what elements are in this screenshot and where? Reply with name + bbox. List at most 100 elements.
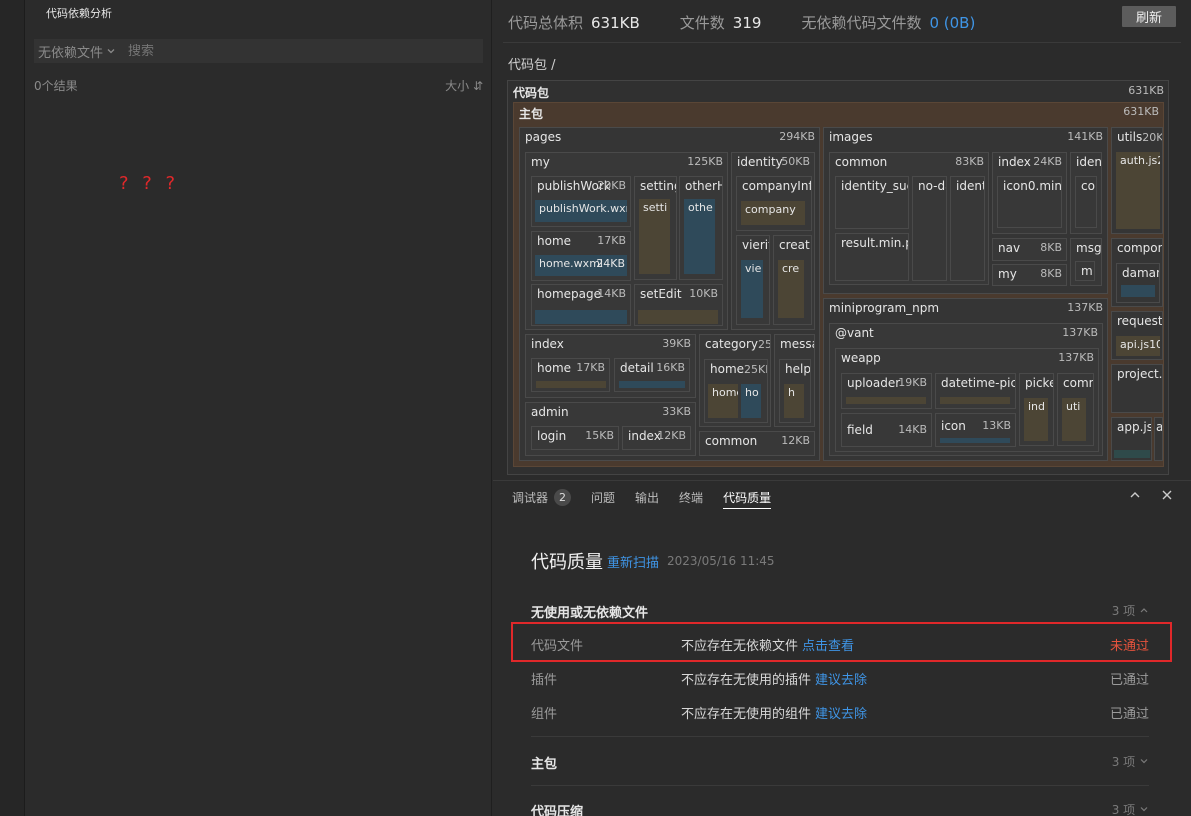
treemap-icon0[interactable]: icon0.min.p [997,176,1062,228]
appjs-file[interactable] [1114,450,1150,458]
index-home-size: 17KB [576,361,605,374]
treemap-comm[interactable]: comm uti [1057,373,1094,446]
publishwork-file[interactable]: publishWork.wxm [535,200,627,222]
treemap-publishwork[interactable]: publishWork 20KB publishWork.wxm [531,176,631,227]
treemap-homepage[interactable]: homepage 14KB [531,284,631,326]
view-link[interactable]: 点击查看 [802,639,854,654]
sort-toggle[interactable]: 大小 ⇵ [445,77,483,94]
treemap-images[interactable]: images 141KB common 83KB identity_succ n… [823,127,1108,294]
tab-code-quality[interactable]: 代码质量 [723,487,772,509]
treemap-weapp[interactable]: weapp 137KB uploader 19KB datetime-pick [835,348,1099,452]
category-h-file[interactable]: ho [741,384,761,418]
treemap-identity[interactable]: identity 50KB companyInf company vierif … [731,152,815,330]
tab-debugger[interactable]: 调试器 2 [512,481,572,515]
datetime-file[interactable] [940,397,1010,404]
treemap-images-common[interactable]: common 83KB identity_succ no-da identi r… [829,152,989,285]
damand-file[interactable] [1121,285,1155,297]
category-home-file[interactable]: home [708,384,738,418]
treemap-picker[interactable]: picker ind [1019,373,1054,446]
treemap-no-da[interactable]: no-da [912,176,947,281]
treemap-companyinf[interactable]: companyInf company [736,176,812,231]
companyinf-file[interactable]: company [741,201,805,225]
treemap-damand[interactable]: damand [1116,263,1160,303]
index-home-file[interactable] [536,381,606,388]
treemap-admin[interactable]: admin 33KB login 15KB index 12KB [525,402,696,456]
home-file[interactable]: home.wxml 24KB [535,255,627,276]
treemap-help[interactable]: help h [779,359,811,423]
section-main-package[interactable]: 主包 3 项 [531,753,1149,772]
treemap-icon[interactable]: icon 13KB [935,413,1016,447]
treemap-messa[interactable]: messa help h [774,334,815,427]
rescan-link[interactable]: 重新扫描 [607,552,659,571]
remove-suggestion-link[interactable]: 建议去除 [815,673,867,688]
treemap-a[interactable]: a [1154,417,1163,461]
treemap-project[interactable]: project.co [1111,364,1163,413]
treemap-index[interactable]: index 39KB home 17KB detail 16KB [525,334,696,398]
treemap-msg[interactable]: msg m [1070,238,1102,286]
breadcrumb[interactable]: 代码包 / [508,54,556,73]
treemap-appjs[interactable]: app.js5 [1111,417,1152,461]
my-label: my [531,155,550,169]
auth-file[interactable]: auth.js2 [1116,152,1160,229]
refresh-button[interactable]: 刷新 [1122,6,1176,27]
close-icon[interactable] [1161,489,1173,505]
treemap-setedit[interactable]: setEdit 10KB [634,284,723,326]
index-detail-file[interactable] [619,381,685,388]
treemap-datetime[interactable]: datetime-pick [935,373,1016,409]
treemap-identi[interactable]: identi [950,176,985,281]
filter-dropdown[interactable]: 无依赖文件 [34,42,116,61]
homepage-file[interactable] [535,310,627,324]
treemap-category-home[interactable]: home25KB home ho [704,359,768,423]
treemap-images-index[interactable]: index 24KB icon0.min.p [992,152,1067,234]
search-input[interactable] [128,43,429,59]
treemap-npm[interactable]: miniprogram_npm 137KB @vant 137KB weapp … [823,298,1108,461]
treemap-main-package[interactable]: 主包 631KB pages 294KB my 125KB publishWor… [513,102,1164,467]
treemap-uploader[interactable]: uploader 19KB [841,373,932,409]
treemap-vierif[interactable]: vierif vie [736,235,770,325]
treemap-creat[interactable]: creat cre [773,235,812,325]
stat-nodep-link[interactable]: 0 (0B) [929,14,975,32]
treemap-images-my[interactable]: my 8KB [992,264,1067,286]
treemap-result[interactable]: result.min.pn [835,233,909,281]
tab-terminal[interactable]: 终端 [679,481,703,515]
treemap-co[interactable]: co [1075,176,1097,228]
treemap-login[interactable]: login 15KB [531,426,619,450]
treemap-index-home[interactable]: home 17KB [531,358,610,392]
treemap-componen[interactable]: componen damand [1111,238,1163,307]
treemap-field[interactable]: field 14KB [841,413,932,447]
treemap-index-detail[interactable]: detail 16KB [614,358,690,392]
uploader-file[interactable] [846,397,926,404]
treemap-setting[interactable]: setting setti [634,176,677,280]
treemap-nav[interactable]: nav 8KB [992,238,1067,261]
treemap-category[interactable]: category25KB home25KB home ho [699,334,771,427]
creat-file[interactable]: cre [778,260,804,318]
treemap-otherh[interactable]: otherH othe [679,176,723,280]
picker-file[interactable]: ind [1024,398,1048,441]
remove-suggestion-link[interactable]: 建议去除 [815,707,867,722]
treemap-pages[interactable]: pages 294KB my 125KB publishWork 20KB pu… [519,127,820,461]
icon-file[interactable] [940,438,1010,443]
treemap-identity-succ[interactable]: identity_succ [835,176,909,229]
treemap-admin-index[interactable]: index 12KB [622,426,691,450]
setting-file[interactable]: setti [639,199,670,274]
otherh-file[interactable]: othe [684,199,715,274]
treemap-pages-common[interactable]: common 12KB [699,431,815,456]
section-unused-files[interactable]: 无使用或无依赖文件 3 项 [531,602,1149,621]
setedit-file[interactable] [638,310,718,324]
treemap-vant[interactable]: @vant 137KB weapp 137KB uploader 19KB da… [829,323,1103,456]
tab-output[interactable]: 输出 [635,481,659,515]
tab-problems[interactable]: 问题 [591,481,615,515]
chevron-up-icon[interactable] [1129,489,1141,505]
help-file[interactable]: h [784,384,804,418]
treemap-msg-file[interactable]: m [1075,261,1095,281]
api-file[interactable]: api.js10 [1116,336,1160,356]
comm-file[interactable]: uti [1062,398,1086,441]
messa-label: messa [780,337,814,351]
treemap-utils[interactable]: utils20KB auth.js2 [1111,127,1163,234]
treemap-home[interactable]: home 17KB home.wxml 24KB [531,231,631,281]
treemap-request[interactable]: request10 api.js10 [1111,311,1163,360]
treemap-my[interactable]: my 125KB publishWork 20KB publishWork.wx… [525,152,728,330]
vierif-file[interactable]: vie [741,260,763,318]
section-code-compress[interactable]: 代码压缩 3 项 [531,801,1149,816]
treemap-ident[interactable]: ident co [1070,152,1102,234]
